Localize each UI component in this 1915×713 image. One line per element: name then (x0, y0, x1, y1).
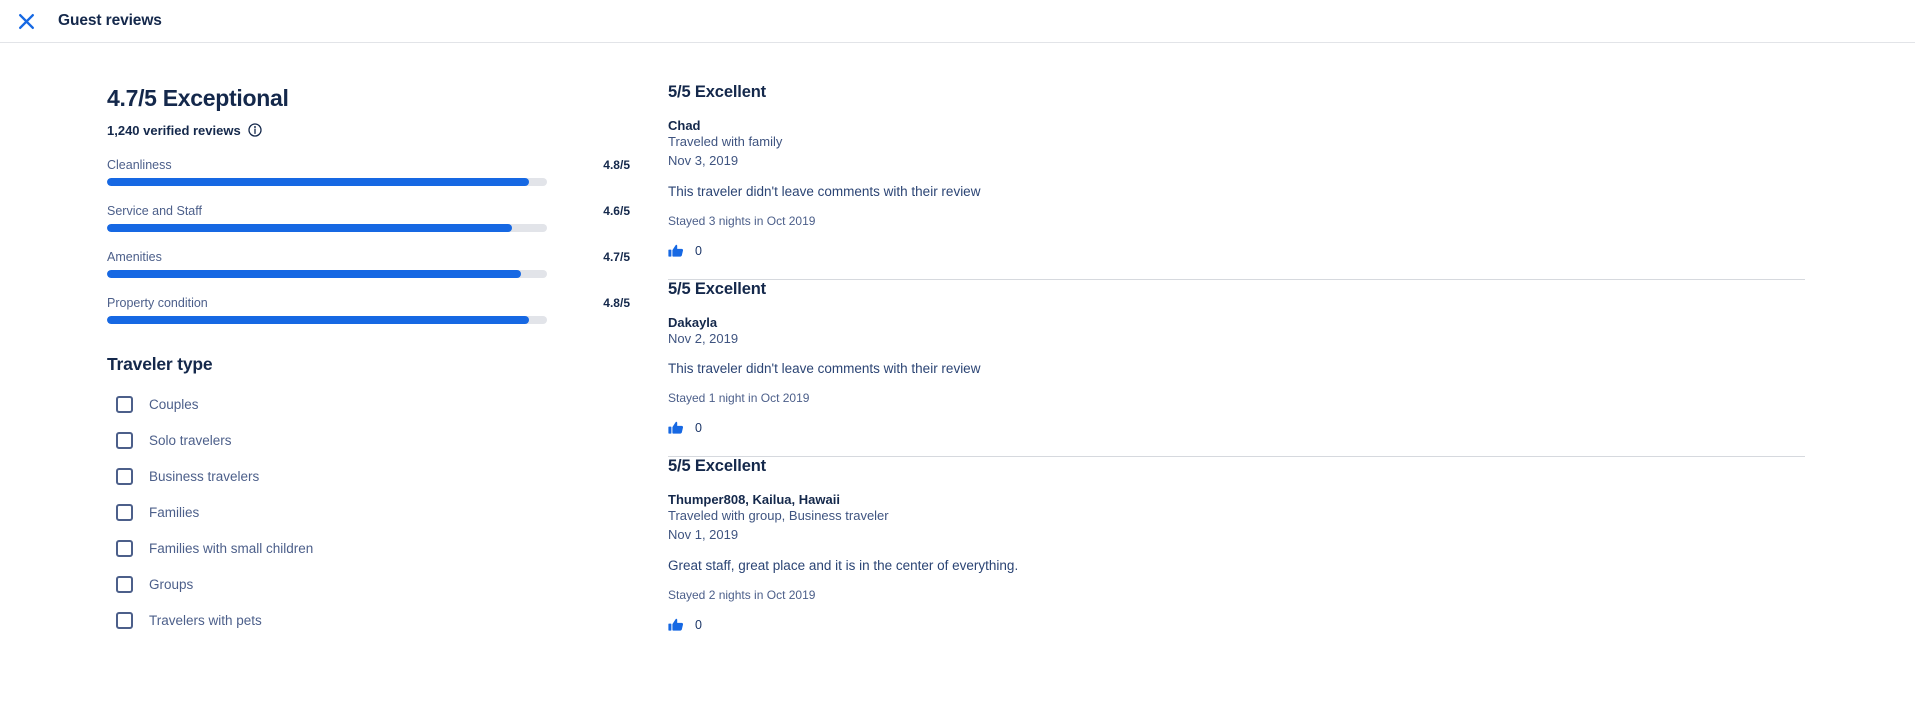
helpful-count: 0 (695, 243, 702, 258)
reviewer-name: Dakayla (668, 314, 718, 330)
review-score: 5/5 Excellent (668, 83, 767, 101)
traveler-type-label: Business travelers (149, 469, 260, 485)
review-date: Nov 3, 2019 (668, 152, 739, 168)
rating-category-label: Cleanliness (107, 157, 172, 172)
review-stay-length: Stayed 1 night in Oct 2019 (668, 391, 810, 406)
summary-panel: 4.7/5 Exceptional 1,240 verified reviews… (0, 59, 640, 653)
thumbs-up-icon (668, 420, 684, 436)
traveler-type-label: Couples (149, 397, 199, 413)
helpful-button[interactable]: 0 (668, 420, 702, 436)
thumbs-up-icon-glyph (668, 244, 684, 257)
thumbs-up-icon (668, 617, 684, 633)
close-icon-glyph (18, 13, 34, 29)
rating-bar-fill (107, 177, 530, 186)
traveler-type-label: Families (149, 505, 200, 521)
rating-category-value: 4.8/5 (603, 157, 630, 172)
reviewer-name: Chad (668, 118, 701, 133)
review-date: Nov 1, 2019 (668, 527, 739, 543)
rating-bar-fill (107, 223, 512, 232)
traveler-type-option[interactable]: Families with small children (107, 531, 630, 567)
helpful-button[interactable]: 0 (668, 617, 702, 633)
rating-bar-labels: Amenities 4.7/5 (107, 250, 630, 264)
checkbox[interactable] (116, 432, 133, 450)
dialog-header: Guest reviews (0, 0, 1915, 43)
traveler-type-option[interactable]: Travelers with pets (107, 603, 630, 639)
reviewer-name: Thumper808, Kailua, Hawaii (668, 492, 840, 508)
reviews-list: 5/5 Excellent Chad Traveled with family Nov… (640, 59, 1915, 653)
rating-category-label: Service and Staff (107, 203, 202, 218)
checkbox[interactable] (116, 504, 133, 522)
review-item: 5/5 Excellent Dakayla Nov 2, 2019 This trav… (668, 280, 1805, 457)
rating-bar-row: Property condition 4.8/5 (107, 296, 630, 324)
checkbox[interactable] (116, 468, 133, 486)
verified-reviews-row: 1,240 verified reviews (107, 123, 630, 138)
rating-bar-row: Cleanliness 4.8/5 (107, 158, 630, 186)
close-icon[interactable] (12, 7, 40, 35)
traveler-type-option[interactable]: Groups (107, 567, 630, 603)
traveler-type-option[interactable]: Business travelers (107, 459, 630, 495)
dialog-body: 4.7/5 Exceptional 1,240 verified reviews… (0, 43, 1915, 653)
helpful-count: 0 (695, 617, 702, 632)
page-title: Guest reviews (58, 12, 162, 29)
helpful-button[interactable]: 0 (668, 243, 702, 259)
checkbox[interactable] (116, 576, 133, 594)
rating-category-label: Amenities (107, 249, 162, 264)
thumbs-up-icon (668, 243, 684, 259)
review-text: This traveler didn't leave comments with… (668, 183, 981, 199)
traveler-type-title: Traveler type (107, 353, 213, 374)
review-text: This traveler didn't leave comments with… (668, 361, 981, 377)
rating-bar-track (107, 177, 547, 186)
category-ratings: Cleanliness 4.8/5 Service and Staff 4.6/5 Am… (107, 158, 630, 324)
rating-bar-track (107, 223, 547, 232)
rating-category-value: 4.6/5 (603, 203, 630, 218)
review-stay-length: Stayed 2 nights in Oct 2019 (668, 587, 816, 602)
traveler-type-label: Families with small children (149, 541, 314, 557)
rating-bar-labels: Cleanliness 4.8/5 (107, 158, 630, 172)
traveler-type-filters: Couples Solo travelers Business travelers F… (107, 387, 630, 639)
reviewer-traveled-with: Traveled with family (668, 134, 783, 149)
rating-category-value: 4.7/5 (603, 249, 630, 264)
rating-bar-track (107, 315, 547, 324)
thumbs-up-icon-glyph (668, 422, 684, 434)
verified-reviews-count: 1,240 verified reviews (107, 122, 241, 138)
rating-category-label: Property condition (107, 295, 208, 310)
traveler-type-option[interactable]: Couples (107, 387, 630, 423)
rating-bar-fill (107, 269, 521, 278)
thumbs-up-icon-glyph (668, 618, 684, 631)
rating-bar-row: Service and Staff 4.6/5 (107, 204, 630, 232)
traveler-type-label: Solo travelers (149, 433, 232, 449)
helpful-count: 0 (695, 421, 702, 436)
checkbox[interactable] (116, 612, 133, 630)
review-text: Great staff, great place and it is in th… (668, 558, 1019, 573)
traveler-type-option[interactable]: Families (107, 495, 630, 531)
rating-bar-labels: Property condition 4.8/5 (107, 296, 630, 310)
info-icon-glyph (248, 123, 262, 137)
traveler-type-label: Travelers with pets (149, 613, 262, 629)
overall-score-heading: 4.7/5 Exceptional (107, 85, 289, 111)
rating-bar-fill (107, 315, 530, 324)
info-icon[interactable] (248, 123, 262, 137)
review-date: Nov 2, 2019 (668, 330, 739, 346)
review-item: 5/5 Excellent Thumper808, Kailua, Hawaii T… (668, 457, 1805, 653)
traveler-type-label: Groups (149, 577, 194, 593)
review-score: 5/5 Excellent (668, 279, 767, 298)
checkbox[interactable] (116, 540, 133, 558)
reviewer-traveled-with: Traveled with group, Business traveler (668, 508, 889, 524)
review-score: 5/5 Excellent (668, 457, 767, 476)
checkbox[interactable] (116, 396, 133, 414)
rating-bar-row: Amenities 4.7/5 (107, 250, 630, 278)
rating-bar-track (107, 269, 547, 278)
traveler-type-option[interactable]: Solo travelers (107, 423, 630, 459)
review-item: 5/5 Excellent Chad Traveled with family Nov… (668, 83, 1805, 279)
review-stay-length: Stayed 3 nights in Oct 2019 (668, 213, 816, 228)
rating-bar-labels: Service and Staff 4.6/5 (107, 204, 630, 218)
rating-category-value: 4.8/5 (603, 295, 630, 310)
